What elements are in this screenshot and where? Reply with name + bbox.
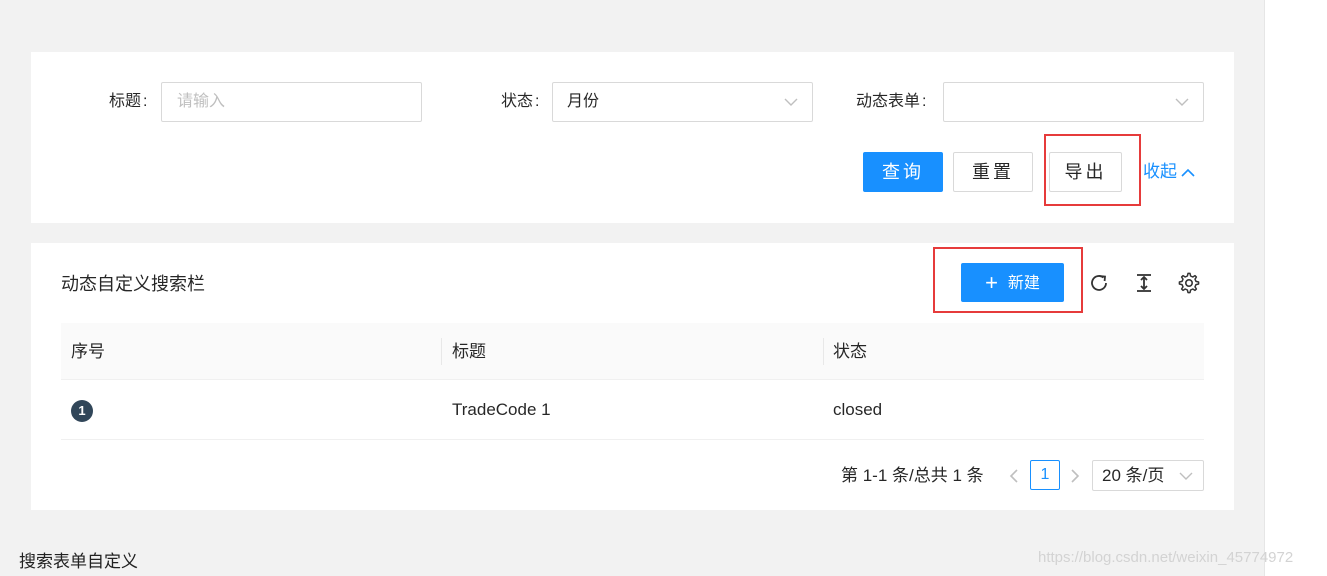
column-header-status: 状态 (833, 342, 867, 361)
status-field-label: 状态: (501, 93, 540, 110)
column-header-title: 标题 (452, 342, 486, 361)
collapse-label: 收起 (1143, 162, 1177, 181)
table-row[interactable]: 1 TradeCode 1 closed (61, 380, 1204, 440)
page-size-select[interactable]: 20 条/页 (1092, 460, 1204, 491)
title-input-placeholder: 请输入 (177, 93, 226, 110)
chevron-down-icon (1175, 98, 1189, 106)
footer-caption: 搜索表单自定义 (19, 552, 138, 571)
search-form-card: 标题: 请输入 状态: 月份 动态表单: 查询 重置 导出 收起 (31, 52, 1234, 223)
column-header-index: 序号 (71, 342, 105, 361)
dynamic-form-field-label: 动态表单: (856, 93, 927, 110)
row-status-cell: closed (833, 400, 883, 419)
title-field-label: 标题: (109, 93, 148, 110)
chevron-right-icon[interactable] (1063, 464, 1087, 488)
settings-icon[interactable] (1178, 272, 1200, 294)
chevron-left-icon[interactable] (1002, 464, 1026, 488)
table-header: 序号 标题 状态 (61, 323, 1204, 380)
reset-button[interactable]: 重置 (953, 152, 1033, 192)
pagination-total: 第 1-1 条/总共 1 条 (841, 466, 984, 485)
watermark: https://blog.csdn.net/weixin_45774972 (1038, 549, 1294, 566)
status-select[interactable]: 月份 (552, 82, 813, 122)
dynamic-form-select[interactable] (943, 82, 1204, 122)
pagination-page-1[interactable]: 1 (1030, 460, 1060, 490)
query-button[interactable]: 查询 (863, 152, 943, 192)
column-height-icon[interactable] (1133, 272, 1155, 294)
new-button-highlight-box (933, 247, 1083, 313)
column-divider (823, 338, 824, 365)
reload-icon[interactable] (1088, 272, 1110, 294)
collapse-toggle[interactable]: 收起 (1143, 152, 1195, 192)
column-divider (441, 338, 442, 365)
row-title-cell: TradeCode 1 (452, 400, 551, 419)
page-size-value: 20 条/页 (1102, 466, 1165, 485)
title-input[interactable]: 请输入 (161, 82, 422, 122)
export-highlight-box (1044, 134, 1141, 206)
row-index-badge: 1 (71, 400, 93, 422)
status-select-value: 月份 (567, 93, 600, 110)
chevron-down-icon (784, 98, 798, 106)
chevron-up-icon (1181, 168, 1195, 177)
table-title: 动态自定义搜索栏 (61, 274, 205, 294)
table-card: 动态自定义搜索栏 + 新建 序号 标题 状态 1 TradeCode 1 clos… (31, 243, 1234, 510)
chevron-down-icon (1179, 472, 1193, 480)
